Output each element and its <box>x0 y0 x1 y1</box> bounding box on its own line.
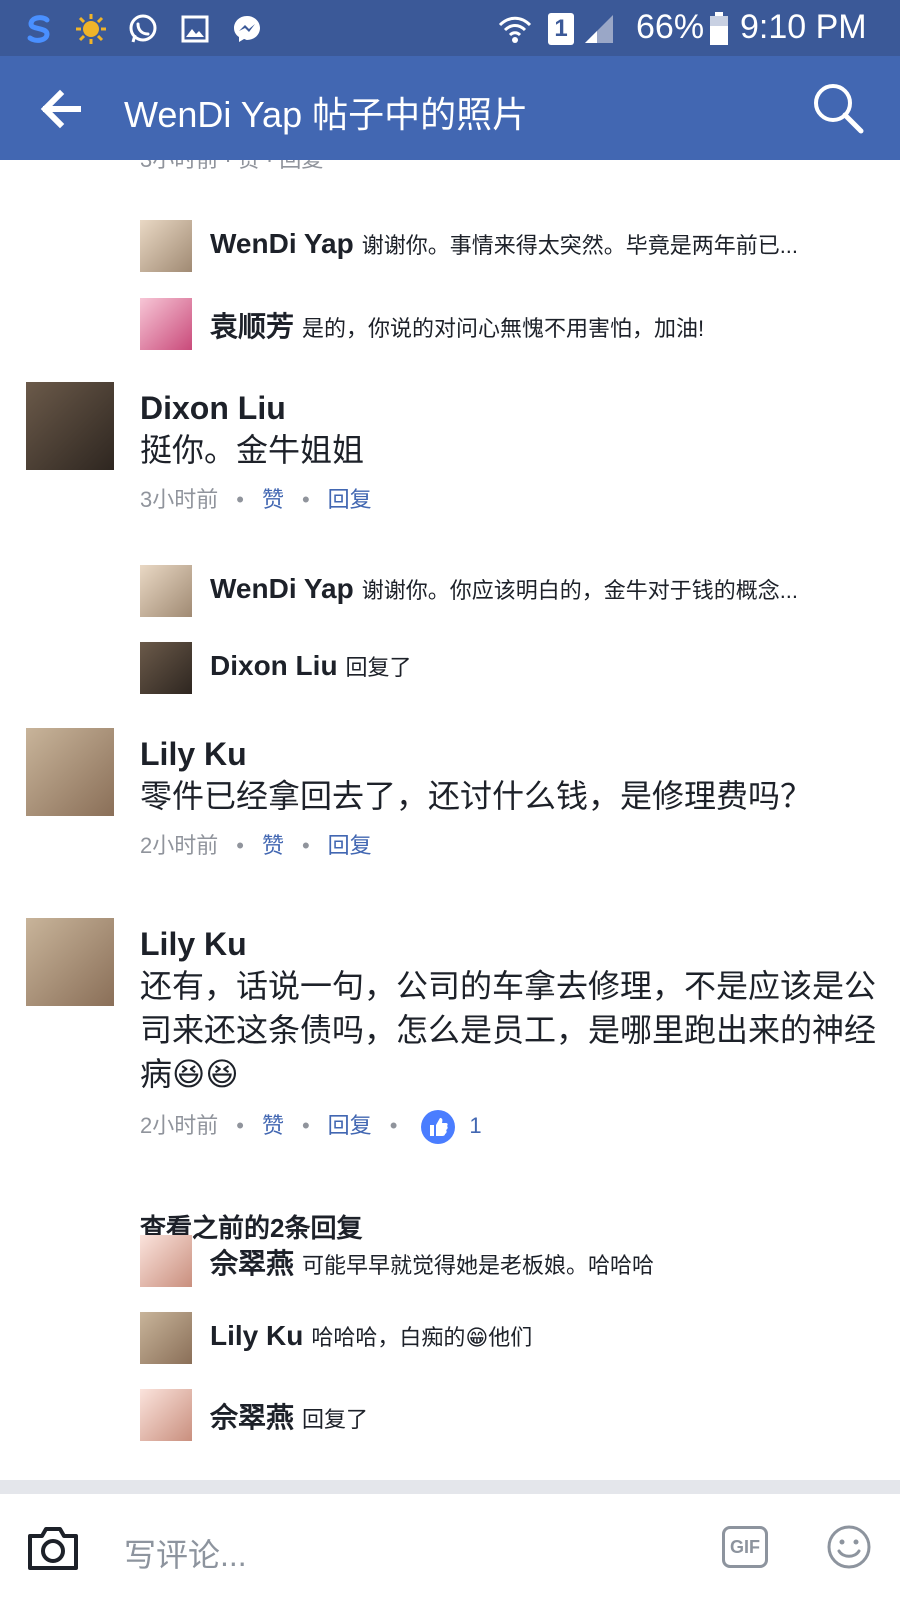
cut-off-meta: 3小时前 · 赞 · 回复 <box>140 160 323 174</box>
signal-icon <box>582 12 616 46</box>
whatsapp-icon <box>126 12 160 46</box>
like-button[interactable]: 赞 <box>262 1113 284 1138</box>
reply-text: 可能早早就觉得她是老板娘。哈哈哈 <box>302 1253 655 1278</box>
reply-preview[interactable]: WenDi Yap 谢谢你。事情来得太突然。毕竟是两年前已... <box>210 228 870 260</box>
divider <box>0 1480 900 1494</box>
avatar[interactable] <box>26 382 114 470</box>
back-arrow-icon[interactable] <box>38 86 84 132</box>
clock: 9:10 PM <box>740 8 867 46</box>
thumbs-up-icon[interactable] <box>421 1110 456 1145</box>
reply-author[interactable]: WenDi Yap <box>210 573 354 604</box>
messenger-icon <box>230 12 264 46</box>
sim-icon: 1 <box>544 12 578 46</box>
status-bar: 1 66% 9:10 PM <box>0 0 900 56</box>
comment-author[interactable]: Dixon Liu <box>140 390 286 427</box>
reply-text: 回复了 <box>302 1407 369 1432</box>
avatar[interactable] <box>140 220 192 272</box>
comment-text: 零件已经拿回去了，还讨什么钱，是修理费吗？ <box>140 778 813 814</box>
comment-text: 还有，话说一句，公司的车拿去修理，不是应该是公司来还这条债吗，怎么是员工，是哪里… <box>140 968 877 1092</box>
comment-text: 挺你。金牛姐姐 <box>140 432 365 468</box>
app-bar: WenDi Yap 帖子中的照片 <box>0 56 900 160</box>
reply-text: 哈哈哈，白痴的😁他们 <box>311 1325 533 1350</box>
avatar[interactable] <box>140 565 192 617</box>
reply-preview[interactable]: WenDi Yap 谢谢你。你应该明白的，金牛对于钱的概念... <box>210 573 870 605</box>
emoji-icon[interactable] <box>826 1524 872 1570</box>
timestamp: 2小时前 <box>140 833 219 858</box>
gallery-icon <box>178 12 212 46</box>
timestamp: 3小时前 <box>140 487 219 512</box>
reply-author[interactable]: Lily Ku <box>210 1320 303 1351</box>
s-app-icon <box>22 12 56 46</box>
comment-meta: 2小时前 • 赞 • 回复 <box>140 833 372 858</box>
comments-list: 3小时前 · 赞 · 回复 WenDi Yap 谢谢你。事情来得太突然。毕竟是两年… <box>0 160 900 1480</box>
reply-button[interactable]: 回复 <box>328 833 372 858</box>
reply-text: 回复了 <box>345 655 412 680</box>
reply-author[interactable]: Dixon Liu <box>210 650 338 681</box>
avatar[interactable] <box>140 298 192 350</box>
gif-button[interactable]: GIF <box>722 1526 768 1568</box>
comment-composer: 写评论... GIF <box>0 1494 900 1600</box>
avatar[interactable] <box>140 1235 192 1287</box>
reply-button[interactable]: 回复 <box>328 487 372 512</box>
battery-percent: 66% <box>636 8 705 46</box>
reply-author[interactable]: 佘翠燕 <box>210 1248 294 1279</box>
reply-preview[interactable]: 佘翠燕 可能早早就觉得她是老板娘。哈哈哈 <box>210 1242 870 1282</box>
like-count[interactable]: 1 <box>469 1113 481 1138</box>
timestamp: 2小时前 <box>140 1113 219 1138</box>
camera-icon[interactable] <box>26 1524 80 1572</box>
comment-meta: 2小时前 • 赞 • 回复 • 1 <box>140 1108 482 1145</box>
page-title: WenDi Yap 帖子中的照片 <box>124 94 529 135</box>
avatar[interactable] <box>26 918 114 1006</box>
sim-label: 1 <box>548 13 574 45</box>
reply-preview[interactable]: Lily Ku 哈哈哈，白痴的😁他们 <box>210 1320 870 1352</box>
search-icon[interactable] <box>810 80 866 136</box>
reply-text: 谢谢你。你应该明白的，金牛对于钱的概念... <box>361 578 799 603</box>
reply-author[interactable]: WenDi Yap <box>210 228 354 259</box>
comment-author[interactable]: Lily Ku <box>140 736 247 773</box>
avatar[interactable] <box>140 1312 192 1364</box>
like-button[interactable]: 赞 <box>262 487 284 512</box>
reply-button[interactable]: 回复 <box>328 1113 372 1138</box>
reply-text: 是的，你说的对问心無愧不用害怕，加油! <box>302 316 705 341</box>
avatar[interactable] <box>140 1389 192 1441</box>
reply-preview[interactable]: 佘翠燕 回复了 <box>210 1396 870 1436</box>
sun-icon <box>74 12 108 46</box>
comment-author[interactable]: Lily Ku <box>140 926 247 963</box>
comment-input[interactable]: 写评论... <box>124 1530 247 1576</box>
like-button[interactable]: 赞 <box>262 833 284 858</box>
comment-meta: 3小时前 • 赞 • 回复 <box>140 487 372 512</box>
reply-preview[interactable]: 袁顺芳 是的，你说的对问心無愧不用害怕，加油! <box>210 305 870 345</box>
reply-text: 谢谢你。事情来得太突然。毕竟是两年前已... <box>361 233 799 258</box>
wifi-icon <box>498 12 532 46</box>
reply-author[interactable]: 袁顺芳 <box>210 311 294 342</box>
avatar[interactable] <box>140 642 192 694</box>
reply-author[interactable]: 佘翠燕 <box>210 1402 294 1433</box>
reply-preview[interactable]: Dixon Liu 回复了 <box>210 650 870 682</box>
avatar[interactable] <box>26 728 114 816</box>
battery-icon <box>702 12 736 46</box>
